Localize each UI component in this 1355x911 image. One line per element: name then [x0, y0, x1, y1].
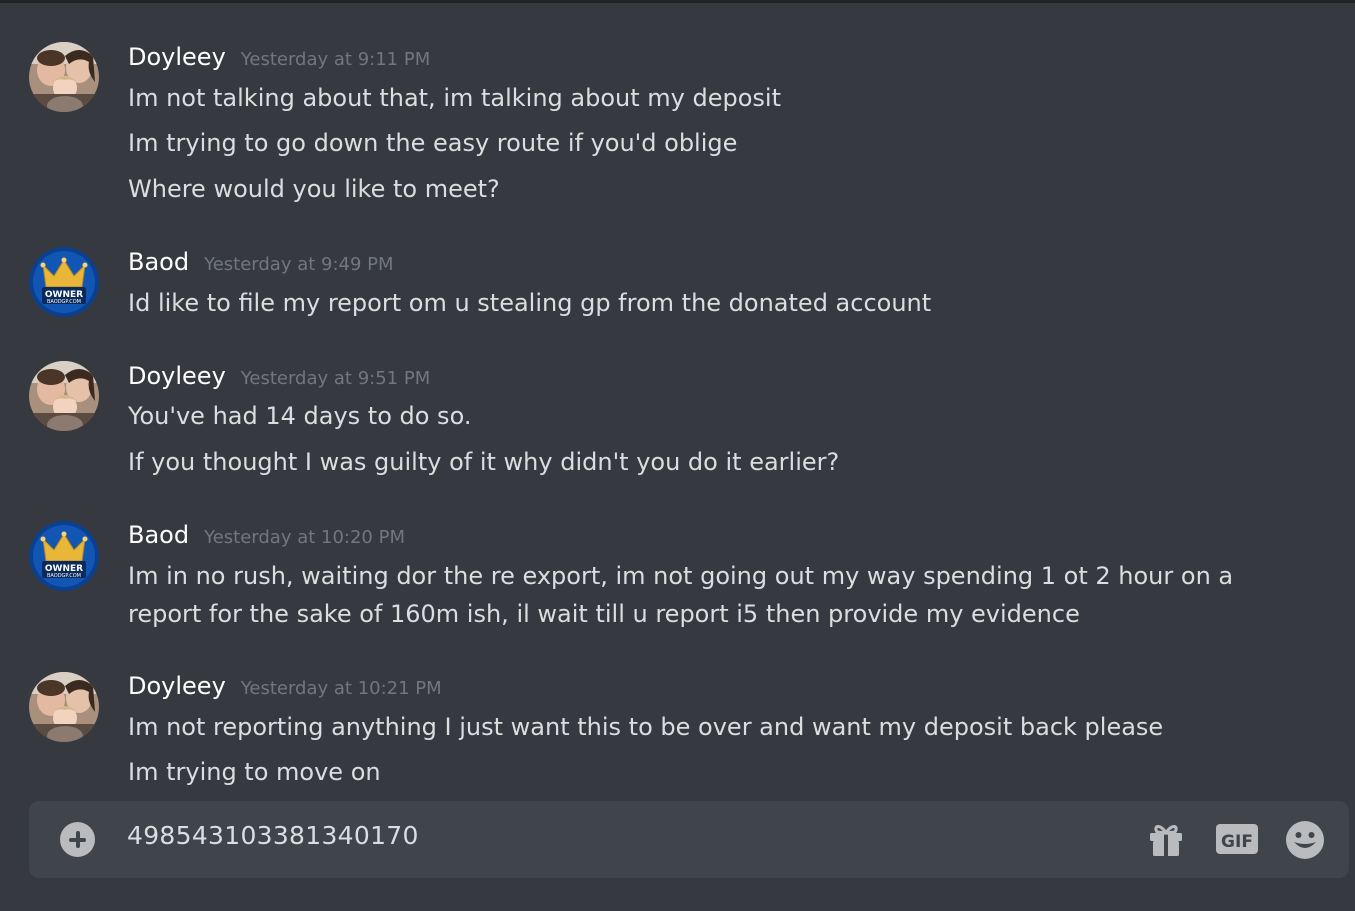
- message-text: Im not reporting anything I just want th…: [128, 713, 1164, 741]
- message-text: Im trying to go down the easy route if y…: [128, 129, 738, 157]
- username[interactable]: Baod: [128, 248, 189, 276]
- plus-circle-icon[interactable]: [60, 822, 95, 857]
- svg-text:GIF: GIF: [1221, 832, 1253, 852]
- photo-avatar-icon: [29, 672, 99, 742]
- avatar-doyleey[interactable]: [29, 42, 99, 112]
- message-text: Im not talking about that, im talking ab…: [128, 84, 782, 112]
- avatar-baod[interactable]: OWNER BAODGP.COM: [29, 247, 99, 317]
- message-header: Baod Yesterday at 9:49 PM: [128, 248, 394, 276]
- owner-badge-icon: OWNER BAODGP.COM: [29, 247, 99, 317]
- gif-icon[interactable]: GIF: [1215, 820, 1259, 858]
- message-text: Id like to file my report om u stealing …: [128, 289, 932, 317]
- photo-avatar-icon: [29, 42, 99, 112]
- timestamp: Yesterday at 10:20 PM: [204, 527, 405, 548]
- timestamp: Yesterday at 9:51 PM: [240, 368, 431, 389]
- username[interactable]: Doyleey: [128, 362, 226, 390]
- timestamp: Yesterday at 9:11 PM: [240, 49, 431, 70]
- svg-text:BAODGP.COM: BAODGP.COM: [47, 573, 81, 579]
- message-header: Doyleey Yesterday at 9:11 PM: [128, 43, 430, 71]
- photo-avatar-icon: [29, 361, 99, 431]
- timestamp: Yesterday at 10:21 PM: [240, 678, 442, 699]
- avatar-baod[interactable]: OWNER BAODGP.COM: [29, 521, 99, 591]
- message-header: Doyleey Yesterday at 10:21 PM: [128, 672, 442, 700]
- username[interactable]: Doyleey: [128, 672, 226, 700]
- message-header: Baod Yesterday at 10:20 PM: [128, 521, 405, 549]
- message-header: Doyleey Yesterday at 9:51 PM: [128, 362, 430, 390]
- gift-icon[interactable]: [1147, 820, 1185, 858]
- timestamp: Yesterday at 9:49 PM: [204, 254, 394, 275]
- message-composer[interactable]: 498543103381340170 GIF: [29, 801, 1349, 878]
- message-input[interactable]: 498543103381340170: [127, 821, 419, 850]
- svg-text:BAODGP.COM: BAODGP.COM: [47, 299, 81, 305]
- avatar-doyleey[interactable]: [29, 361, 99, 431]
- smile-emoji-icon[interactable]: [1285, 820, 1325, 860]
- username[interactable]: Baod: [128, 521, 189, 549]
- message-text: You've had 14 days to do so.: [128, 402, 472, 430]
- username[interactable]: Doyleey: [128, 43, 226, 71]
- message-text: Im trying to move on: [128, 758, 381, 786]
- chat-window: Doyleey Yesterday at 9:11 PM Im not talk…: [0, 0, 1355, 911]
- message-text: Where would you like to meet?: [128, 175, 500, 203]
- message-text: Im in no rush, waiting dor the re export…: [128, 562, 1234, 628]
- owner-badge-icon: OWNER BAODGP.COM: [29, 521, 99, 591]
- avatar-doyleey[interactable]: [29, 672, 99, 742]
- message-text: If you thought I was guilty of it why di…: [128, 448, 840, 476]
